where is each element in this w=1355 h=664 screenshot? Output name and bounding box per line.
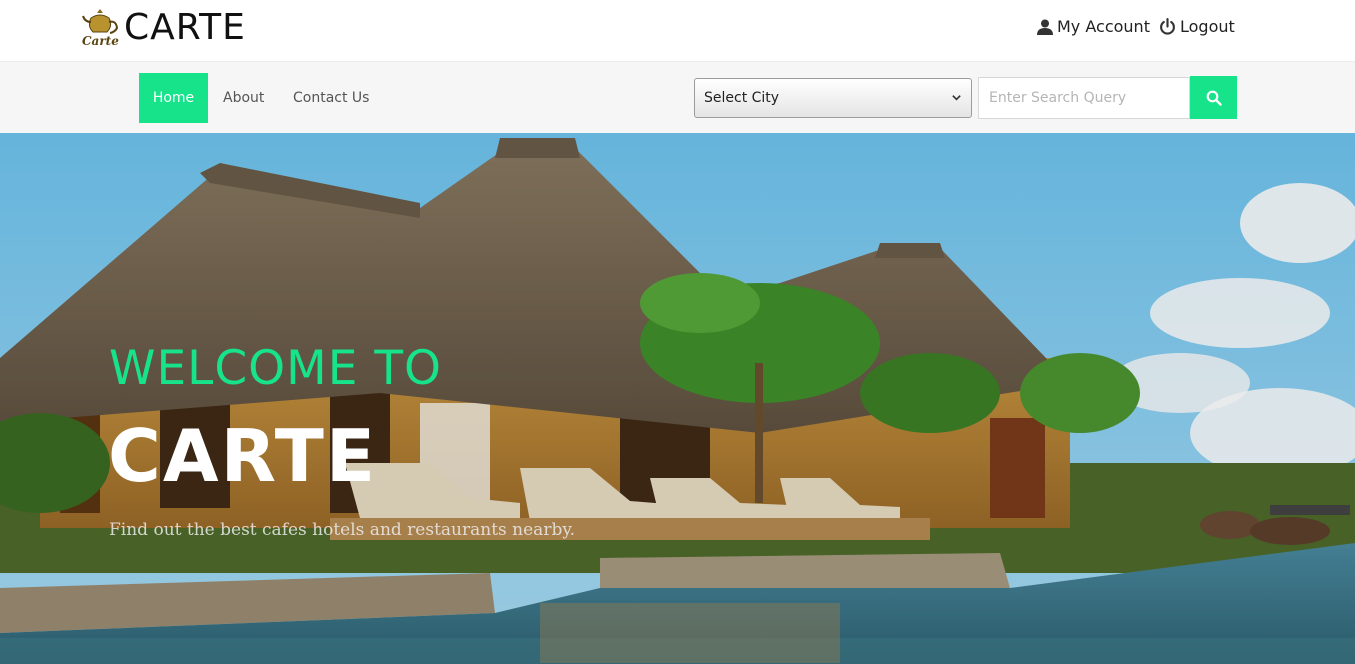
- hero-banner: WELCOME TO CARTE Find out the best cafes…: [0, 133, 1355, 664]
- brand-title[interactable]: CARTE: [124, 6, 246, 50]
- nav-item-contact-us[interactable]: Contact Us: [293, 73, 369, 123]
- logout-link[interactable]: Logout: [1159, 17, 1235, 36]
- my-account-link[interactable]: My Account: [1037, 17, 1150, 36]
- hero-heading-welcome: WELCOME TO: [109, 341, 443, 396]
- hero-heading-brand: CARTE: [108, 414, 378, 498]
- search-input[interactable]: [978, 77, 1190, 119]
- top-header: Carte CARTE My Account Logout: [0, 0, 1355, 61]
- city-select-value: Select City: [704, 90, 780, 106]
- nav-item-home[interactable]: Home: [139, 73, 208, 123]
- search-button[interactable]: [1190, 76, 1237, 119]
- svg-text:Carte: Carte: [82, 34, 119, 48]
- teapot-logo-icon[interactable]: Carte: [81, 6, 119, 48]
- hero-subtitle: Find out the best cafes hotels and resta…: [109, 520, 576, 540]
- search-icon: [1206, 90, 1222, 106]
- chevron-down-icon: [952, 95, 961, 101]
- power-icon: [1160, 18, 1175, 35]
- my-account-label: My Account: [1057, 17, 1150, 36]
- logout-label: Logout: [1180, 17, 1235, 36]
- nav-item-about[interactable]: About: [223, 73, 264, 123]
- user-icon: [1037, 19, 1053, 35]
- city-select[interactable]: Select City: [694, 78, 972, 118]
- main-navbar: Home About Contact Us Select City: [0, 61, 1355, 134]
